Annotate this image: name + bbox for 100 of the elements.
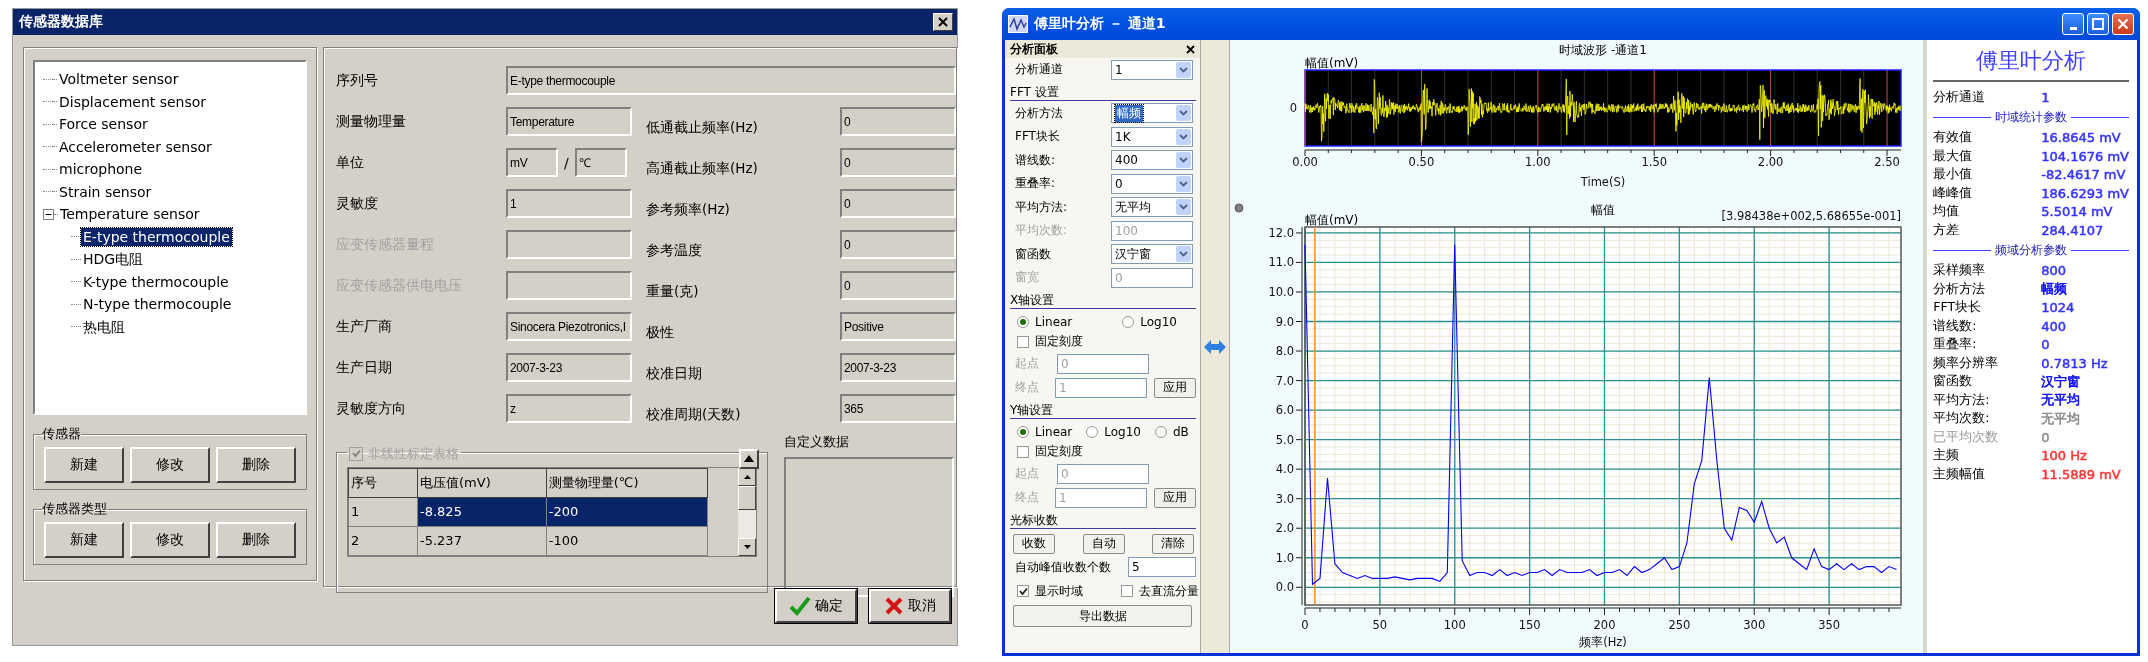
input-field[interactable]: 0 [840, 271, 956, 300]
unit-field[interactable]: mV [506, 148, 558, 177]
tree-item[interactable]: Voltmeter sensor [57, 70, 181, 89]
scrollbar[interactable] [738, 467, 756, 556]
serial-field[interactable]: E-type thermocouple [506, 66, 956, 95]
field-label: 重叠率: [1015, 175, 1057, 193]
table-cell: 1 [348, 497, 418, 526]
tree-item[interactable]: Temperature sensor [58, 205, 202, 224]
tree-item[interactable]: microphone [57, 160, 145, 179]
action-button[interactable]: 修改 [130, 522, 210, 558]
export-button[interactable]: 导出数据 [1013, 605, 1192, 627]
chart-title: 时域波形 -通道1 [1559, 43, 1647, 57]
field-label: 平均次数: [1015, 222, 1069, 240]
radio-option[interactable]: dB [1155, 424, 1189, 439]
action-button[interactable]: 新建 [44, 447, 124, 483]
input-field[interactable]: 0 [840, 230, 956, 259]
stat-label: 峰峰值 [1933, 184, 1974, 202]
double-arrow-icon[interactable] [1203, 339, 1226, 354]
minimize-button[interactable] [2062, 13, 2084, 35]
tree-item[interactable]: Strain sensor [57, 182, 154, 201]
radio-option[interactable]: Log10 [1086, 424, 1141, 439]
axis-label: 幅值(mV) [1304, 56, 1359, 70]
tick-label: 0 [1289, 101, 1297, 115]
tree-item[interactable]: Displacement sensor [57, 92, 209, 111]
dropdown[interactable]: 1K [1111, 126, 1193, 147]
input-field[interactable] [506, 230, 632, 259]
input-field[interactable]: Positive [840, 312, 956, 341]
stat-label: 采样频率 [1933, 262, 1987, 280]
action-button[interactable]: 清除 [1152, 533, 1194, 554]
table-cell: -100 [546, 526, 708, 555]
input-field[interactable]: Temperature [506, 107, 632, 136]
tree-item[interactable]: K-type thermocouple [81, 272, 231, 291]
checkbox[interactable]: 显示时域 [1005, 581, 1083, 601]
field-label: 窗宽 [1015, 269, 1040, 287]
tree-item[interactable]: HDG电阻 [81, 250, 146, 269]
dropdown[interactable]: 无平均 [1111, 197, 1193, 218]
collapse-button[interactable] [739, 448, 759, 469]
action-button[interactable]: 删除 [216, 522, 296, 558]
radio-option[interactable]: Log10 [1122, 314, 1177, 329]
tick-label: 50 [1372, 618, 1388, 632]
cursor-readout: [3.98438e+002,5.68655e-001] [1721, 209, 1901, 223]
field-label: 终点 [1015, 379, 1040, 396]
tree-item[interactable]: E-type thermocouple [81, 227, 232, 246]
triangle-up-icon [744, 455, 754, 462]
checkbox[interactable]: 去直流分量 [1109, 581, 1199, 601]
tick-label: 9.0 [1275, 314, 1294, 329]
stat-value: 284.4107 [2041, 222, 2104, 238]
input-field[interactable]: 1 [506, 189, 632, 218]
unit-field[interactable]: ℃ [574, 148, 627, 177]
dropdown[interactable]: 0 [1111, 173, 1193, 194]
close-icon[interactable] [1186, 44, 1195, 54]
tick-label: 1.50 [1641, 155, 1667, 169]
dropdown[interactable]: 1 [1111, 59, 1193, 80]
ok-button[interactable]: 确定 [775, 589, 857, 623]
input-field[interactable]: 2007-3-23 [506, 353, 632, 382]
input-field[interactable]: 5 [1128, 557, 1196, 578]
window-title: 傅里叶分析 － 通道1 [1034, 15, 1166, 33]
stat-value: 0.7813 Hz [2041, 355, 2108, 371]
action-button[interactable]: 收数 [1013, 533, 1055, 554]
action-button[interactable]: 删除 [216, 447, 296, 483]
input-field[interactable]: 365 [840, 394, 956, 423]
maximize-button[interactable] [2087, 13, 2109, 35]
input-field[interactable]: 0 [840, 148, 956, 177]
input-field[interactable]: 0 [840, 107, 956, 136]
tick-label: 6.0 [1275, 403, 1294, 418]
stat-value: 0 [2041, 337, 2050, 353]
input-field[interactable]: 2007-3-23 [840, 353, 956, 382]
chevron-down-icon [1176, 199, 1191, 216]
cancel-button[interactable]: 取消 [869, 589, 951, 623]
action-button[interactable]: 新建 [44, 522, 124, 558]
input-field[interactable]: Sinocera Piezotronics,I [506, 312, 632, 341]
handle-dot[interactable] [1234, 203, 1244, 213]
dropdown[interactable]: 400 [1111, 150, 1193, 171]
triangle-down-icon[interactable] [743, 544, 751, 549]
triangle-up-icon[interactable] [743, 474, 751, 479]
radio-option[interactable]: Linear [1017, 314, 1073, 329]
action-button[interactable]: 自动 [1082, 533, 1125, 554]
collapse-icon[interactable] [43, 208, 54, 220]
dropdown[interactable]: 幅频 [1111, 103, 1193, 124]
input-field[interactable]: z [506, 394, 632, 423]
tree-item[interactable]: Force sensor [57, 115, 150, 134]
input-field[interactable]: 0 [840, 189, 956, 218]
stat-value: 186.6293 mV [2041, 185, 2129, 201]
input-field[interactable] [506, 271, 632, 300]
tree-item[interactable]: N-type thermocouple [81, 295, 234, 314]
checkbox[interactable]: 固定刻度 [1005, 441, 1200, 462]
tick-label: 0.00 [1292, 155, 1318, 169]
table-cell: -5.237 [417, 526, 547, 555]
stat-value: 5.5014 mV [2041, 204, 2113, 220]
tree-item[interactable]: 热电阻 [81, 317, 127, 336]
apply-button[interactable]: 应用 [1154, 377, 1196, 398]
apply-button[interactable]: 应用 [1154, 487, 1196, 508]
tree-item[interactable]: Accelerometer sensor [57, 137, 214, 156]
action-button[interactable]: 修改 [130, 447, 210, 483]
tick-label: 0.0 [1275, 580, 1294, 595]
radio-option[interactable]: Linear [1017, 424, 1073, 439]
dropdown[interactable]: 汉宁窗 [1111, 244, 1193, 265]
stat-label: 主频幅值 [1933, 465, 1987, 483]
checkbox[interactable]: 固定刻度 [1005, 331, 1200, 352]
close-button[interactable] [933, 13, 953, 31]
